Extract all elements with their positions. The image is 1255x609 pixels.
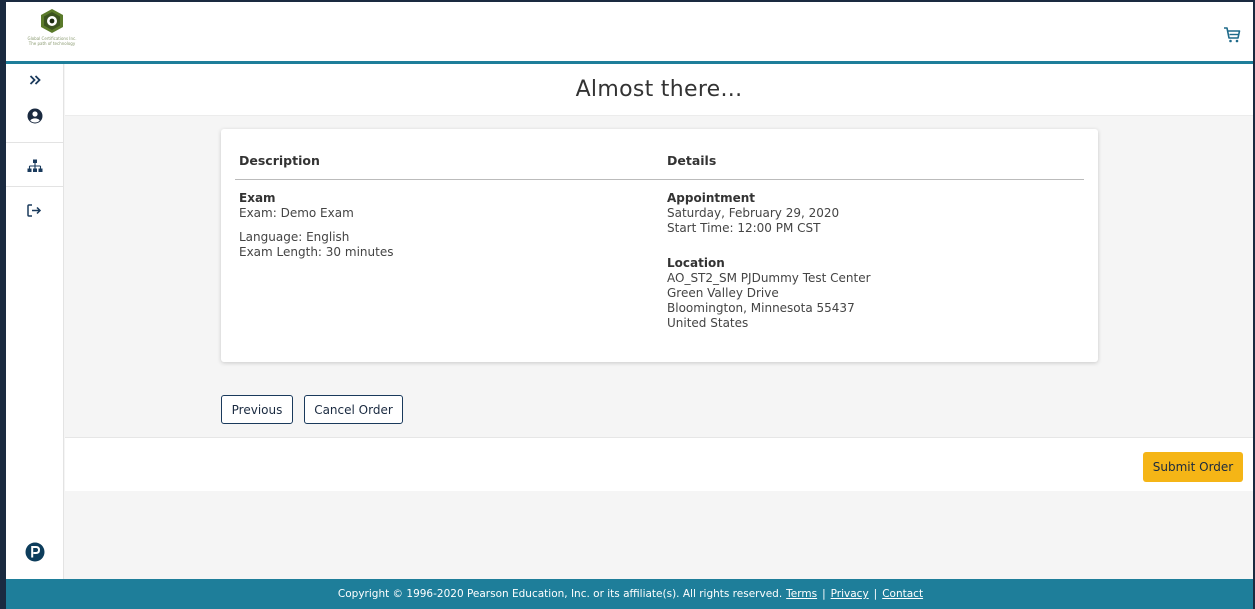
location-country: United States <box>667 316 749 330</box>
logo-hexagon-icon <box>41 9 63 33</box>
sidebar-divider <box>6 142 63 143</box>
sidebar <box>6 64 64 579</box>
location-block: Location AO_ST2_SM PJDummy Test Center G… <box>667 256 871 331</box>
description-column-header: Description <box>239 153 320 168</box>
action-bar: Submit Order <box>65 437 1253 491</box>
exam-length: Exam Length: 30 minutes <box>239 245 394 259</box>
sitemap-icon <box>27 159 42 172</box>
page-title: Almost there... <box>575 77 743 102</box>
appointment-date: Saturday, February 29, 2020 <box>667 206 840 220</box>
exam-block: Exam Exam: Demo Exam Language: English E… <box>239 191 393 260</box>
footer: Copyright © 1996-2020 Pearson Education,… <box>6 579 1255 609</box>
sidebar-item-sign-out[interactable] <box>6 196 63 224</box>
sidebar-item-account[interactable] <box>6 102 63 130</box>
sidebar-item-sitemap[interactable] <box>6 152 63 180</box>
appointment-heading: Appointment <box>667 191 756 205</box>
double-chevron-right-icon <box>29 75 41 85</box>
top-bar: Global Certifications Inc. The path of t… <box>6 2 1253 61</box>
location-street: Green Valley Drive <box>667 286 779 300</box>
footer-separator: | <box>873 588 878 600</box>
exam-heading: Exam <box>239 191 276 205</box>
submit-order-button[interactable]: Submit Order <box>1143 452 1243 482</box>
appointment-start-time: Start Time: 12:00 PM CST <box>667 221 821 235</box>
location-city: Bloomington, Minnesota 55437 <box>667 301 855 315</box>
company-logo[interactable]: Global Certifications Inc. The path of t… <box>22 8 82 54</box>
order-summary-card: Description Details Exam Exam: Demo Exam… <box>221 129 1098 362</box>
card-header-divider <box>235 179 1084 180</box>
logo-caption: Global Certifications Inc. The path of t… <box>28 36 77 46</box>
contact-link[interactable]: Contact <box>882 588 923 600</box>
privacy-link[interactable]: Privacy <box>831 588 869 600</box>
title-band: Almost there... <box>65 64 1253 116</box>
copyright-text: Copyright © 1996-2020 Pearson Education,… <box>337 588 783 600</box>
details-column-header: Details <box>667 153 717 168</box>
pearson-logo-icon <box>25 542 44 562</box>
cancel-order-button[interactable]: Cancel Order <box>304 395 403 424</box>
sidebar-expand-button[interactable] <box>6 66 63 94</box>
sidebar-divider <box>6 186 63 187</box>
appointment-block: Appointment Saturday, February 29, 2020 … <box>667 191 839 236</box>
user-circle-icon <box>27 108 42 124</box>
exam-language: Language: English <box>239 230 350 244</box>
pearson-logo-button[interactable] <box>6 538 63 566</box>
previous-button[interactable]: Previous <box>221 395 293 424</box>
sign-out-icon <box>27 203 42 217</box>
location-heading: Location <box>667 256 725 270</box>
location-name: AO_ST2_SM PJDummy Test Center <box>667 271 871 285</box>
footer-separator: | <box>822 588 826 600</box>
shopping-cart-icon[interactable] <box>1223 26 1241 44</box>
exam-name: Exam: Demo Exam <box>239 206 354 220</box>
main-content: Almost there... Description Details Exam… <box>65 64 1253 579</box>
terms-link[interactable]: Terms <box>786 588 817 600</box>
logo-caption-line2: The path of technology <box>28 41 76 46</box>
